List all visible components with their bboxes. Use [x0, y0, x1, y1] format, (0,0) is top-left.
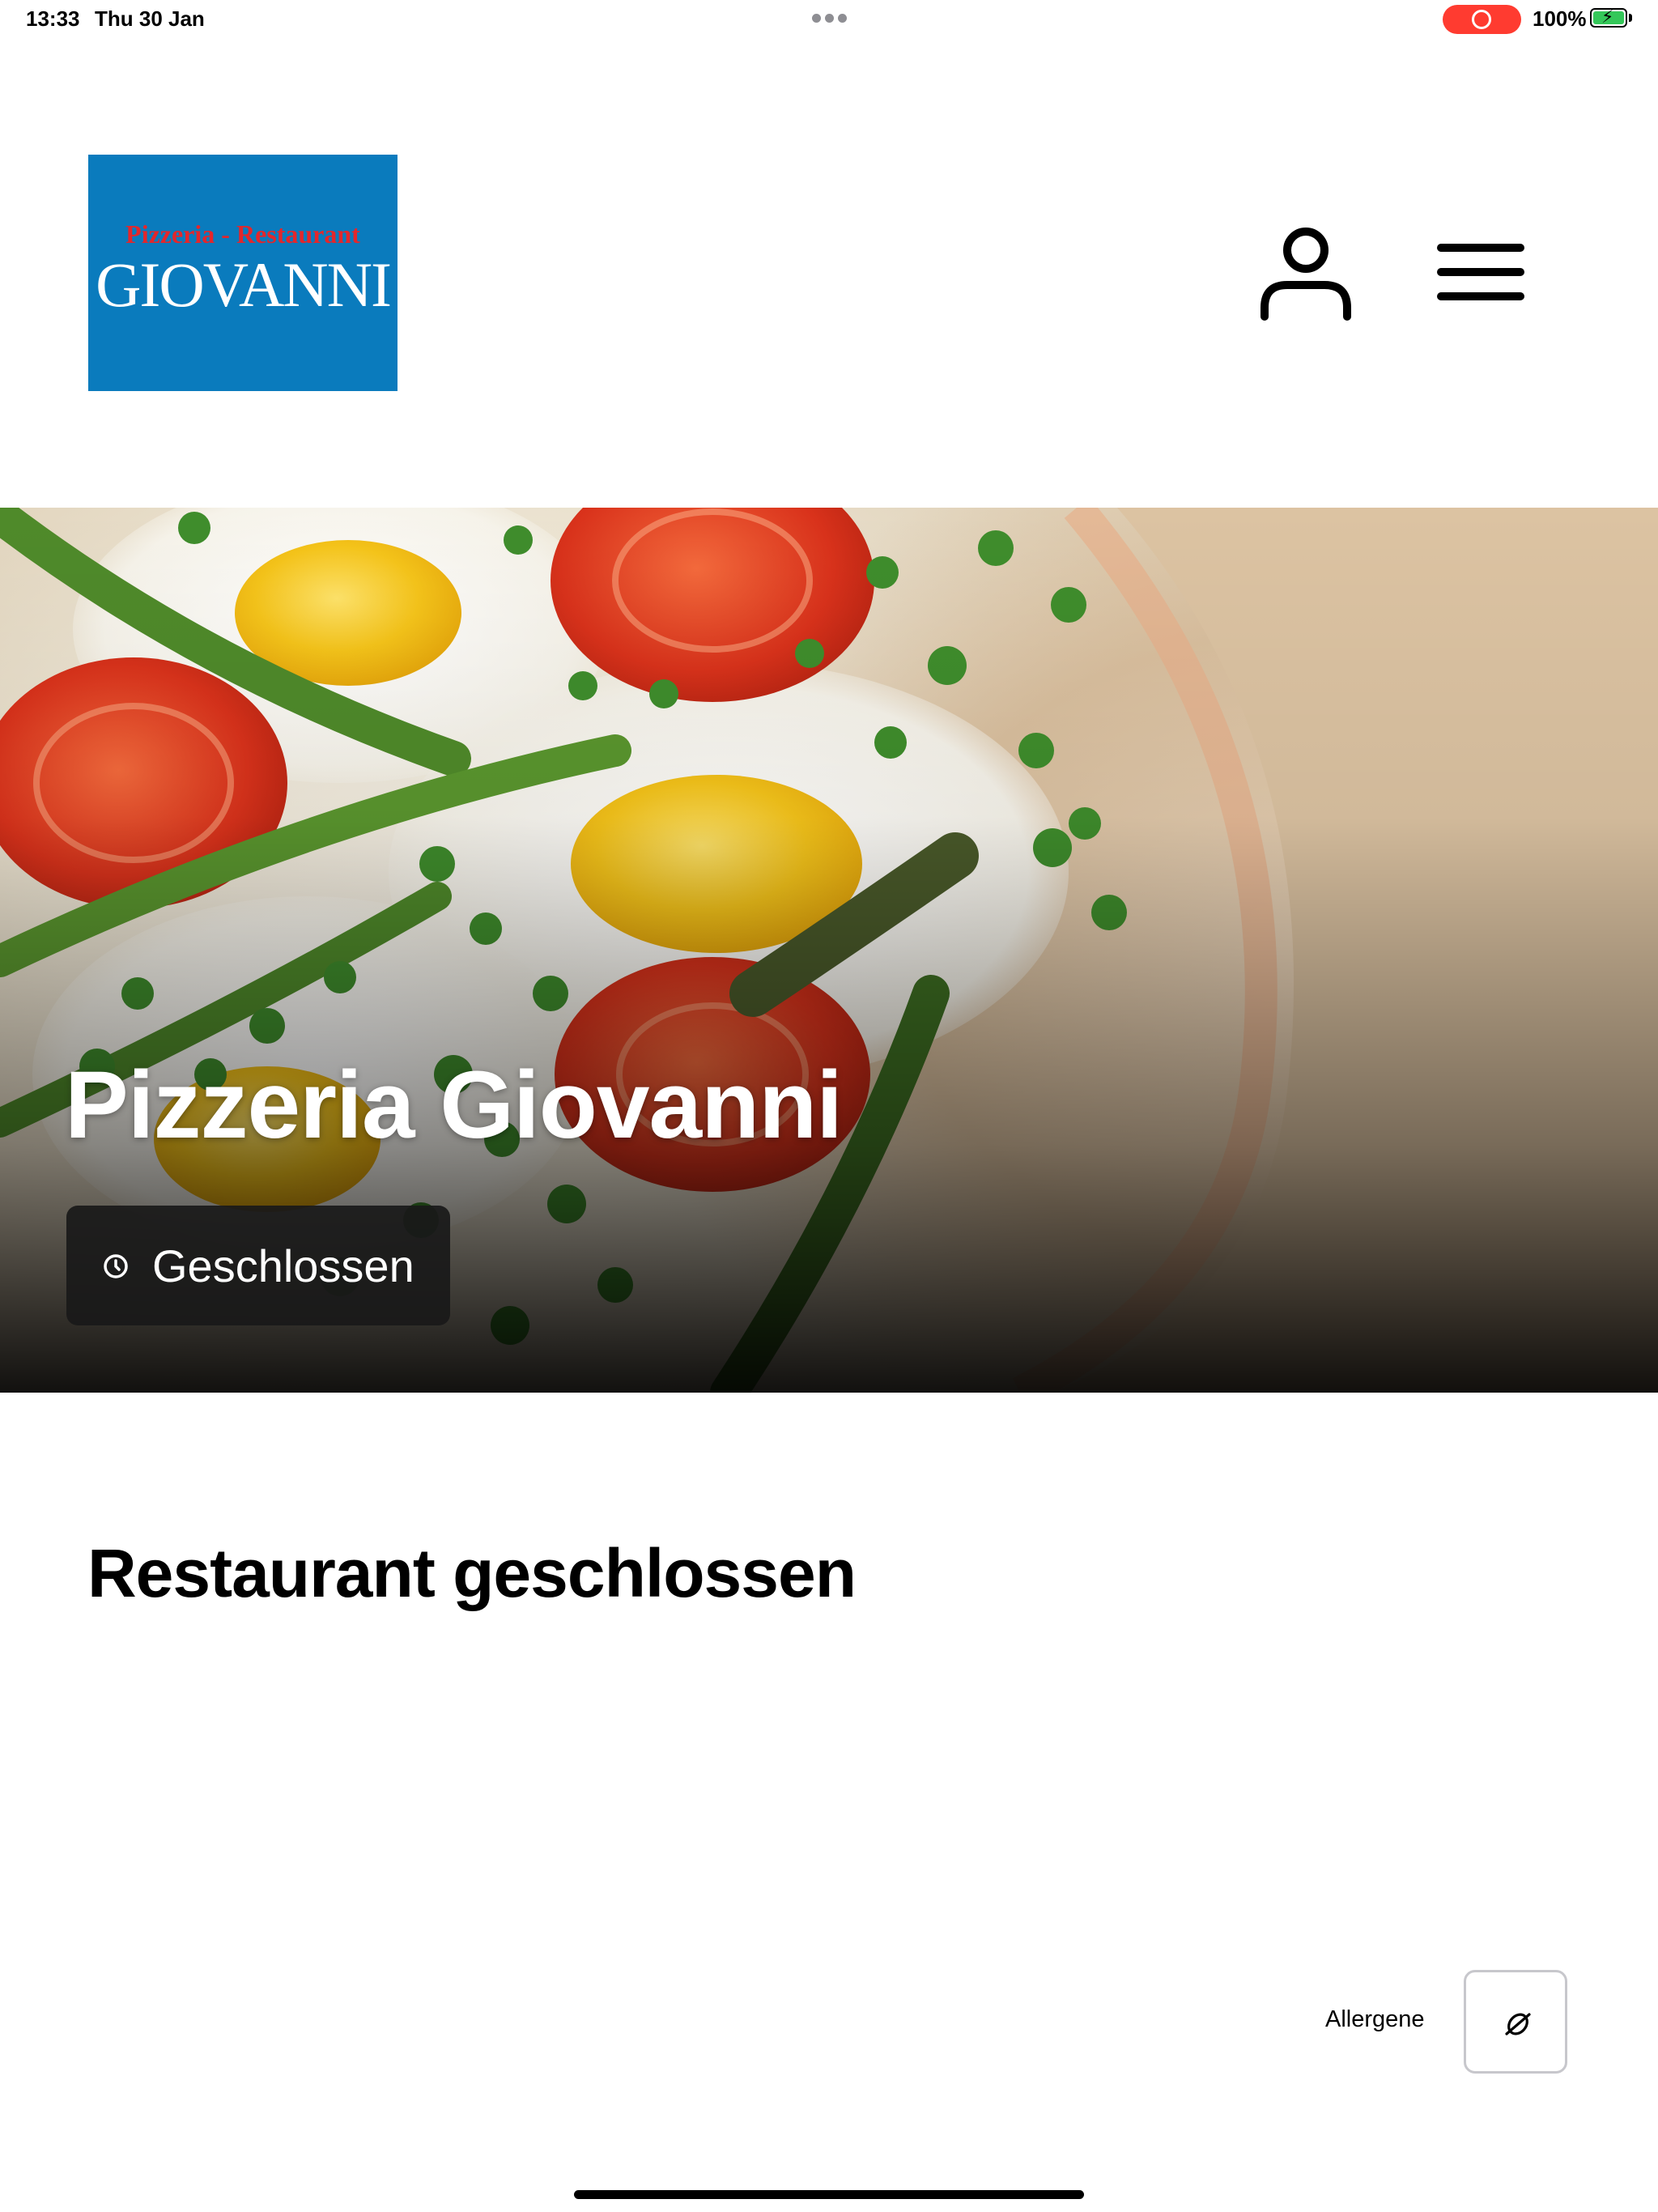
menu-icon [1437, 244, 1524, 300]
hero-banner: Pizzeria Giovanni Geschlossen [0, 508, 1658, 1393]
allergens-label: Allergene [1325, 2006, 1425, 2032]
logo-subtitle: Pizzeria - Restaurant [125, 219, 360, 249]
status-date: Thu 30 Jan [95, 6, 205, 31]
restaurant-logo[interactable]: Pizzeria - Restaurant GIOVANNI [88, 155, 397, 391]
status-time: 13:33 [26, 6, 80, 31]
clock-icon [104, 1254, 128, 1278]
home-indicator[interactable] [574, 2190, 1084, 2199]
screen-recording-icon[interactable] [1443, 5, 1521, 34]
page: 13:33 Thu 30 Jan 100% ⚡ Pizzeria - Resta… [0, 0, 1658, 2212]
closed-notice-title: Restaurant geschlossen [87, 1535, 857, 1611]
multitasking-dots-icon[interactable] [812, 14, 848, 23]
battery-percentage: 100% [1533, 6, 1587, 31]
user-icon [1261, 228, 1351, 321]
restaurant-name: Pizzeria Giovanni [65, 1052, 843, 1159]
menu-button[interactable] [1436, 240, 1525, 304]
no-allergen-icon [1505, 2013, 1531, 2035]
battery-icon: ⚡ [1590, 7, 1627, 28]
logo-title: GIOVANNI [96, 249, 392, 320]
user-account-button[interactable] [1259, 225, 1353, 322]
allergens-button[interactable] [1464, 1970, 1567, 2074]
status-bar: 13:33 Thu 30 Jan 100% ⚡ [0, 0, 1658, 39]
battery-cap [1629, 14, 1632, 22]
opening-status-badge[interactable]: Geschlossen [66, 1206, 450, 1325]
opening-status-label: Geschlossen [152, 1240, 414, 1291]
